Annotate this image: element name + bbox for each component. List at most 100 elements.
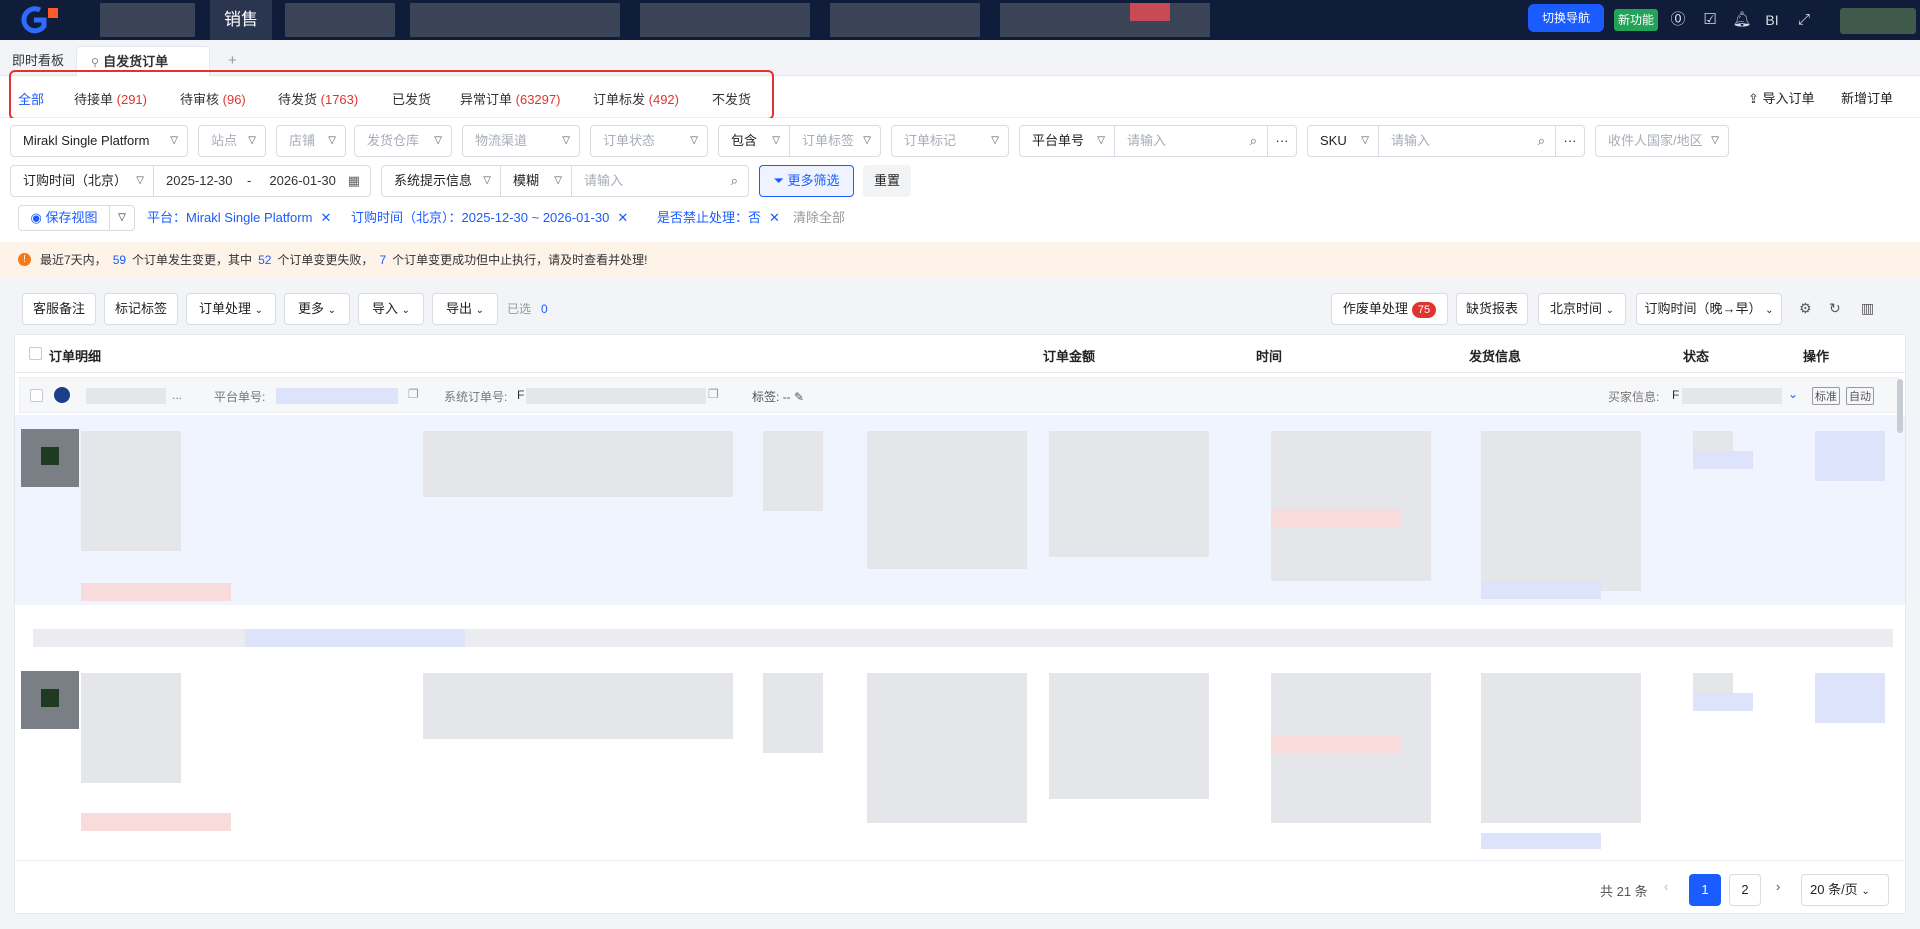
more-dropdown[interactable]: 更多 ⌄ — [284, 293, 350, 325]
close-icon[interactable]: ✕ — [617, 210, 628, 225]
search-icon[interactable]: ⌕ — [1538, 126, 1545, 156]
site-select[interactable]: 站点 ▽ — [198, 125, 266, 157]
timezone-select[interactable]: 北京时间 ⌄ — [1538, 293, 1626, 325]
buyer-label: 买家信息: — [1608, 390, 1660, 404]
chevron-down-icon: ⌄ — [254, 305, 264, 316]
platform-no-input[interactable]: 请输入 ⌕ — [1114, 125, 1268, 157]
close-icon[interactable]: ✕ — [320, 210, 331, 225]
shop-select[interactable]: 店铺 ▽ — [276, 125, 346, 157]
nav-sales[interactable]: 销售 — [210, 0, 272, 40]
search-icon[interactable]: ⌕ — [731, 166, 738, 196]
filter-chip-platform[interactable]: 平台：Mirakl Single Platform ✕ — [147, 207, 331, 226]
blurred-amount-detail — [1049, 673, 1209, 799]
status-tab-pending-ship[interactable]: 待发货 (1763) — [278, 89, 358, 108]
sys-hint-select[interactable]: 系统提示信息 ▽ — [381, 165, 501, 197]
country-select[interactable]: 收件人国家/地区 ▽ — [1595, 125, 1729, 157]
chevron-down-icon: ▽ — [1097, 135, 1105, 146]
col-status: 状态 — [1683, 349, 1710, 364]
platform-select[interactable]: Mirakl Single Platform ▽ — [10, 125, 188, 157]
blurred-time — [1271, 431, 1431, 581]
chevron-down-icon[interactable]: ⌄ — [1788, 387, 1798, 401]
select-all-checkbox[interactable] — [29, 347, 42, 360]
more-filter-button[interactable]: ⏷ 更多筛选 — [759, 165, 854, 197]
save-view-button[interactable]: ◉ 保存视图 — [18, 205, 110, 231]
status-tab-pending-accept[interactable]: 待接单 (291) — [74, 89, 147, 108]
filter-chip-forbid[interactable]: 是否禁止处理：否 ✕ — [657, 207, 780, 226]
switch-nav-button[interactable]: 切换导航 — [1528, 4, 1604, 32]
app-logo[interactable] — [18, 6, 64, 34]
new-feature-badge[interactable]: 新功能 — [1614, 9, 1658, 31]
import-order-button[interactable]: ⇪ 导入订单 — [1748, 88, 1815, 107]
refresh-icon[interactable]: ↻ — [1829, 300, 1841, 317]
blurred-platform-no[interactable] — [276, 388, 398, 404]
date-range-picker[interactable]: 2025-12-30 - 2026-01-30 ▦ — [153, 165, 371, 197]
clear-all-link[interactable]: 清除全部 — [793, 207, 845, 226]
status-tab-tag-ship[interactable]: 订单标发 (492) — [593, 89, 679, 108]
blurred-nav-item — [285, 3, 395, 37]
mark-tag-button[interactable]: 标记标签 — [104, 293, 178, 325]
void-process-button[interactable]: 作废单处理 75 — [1331, 293, 1448, 325]
top-nav-bar: 销售 切换导航 新功能 ⓪ ☑ 🔔︎ BI ⤢ — [0, 0, 1920, 40]
edit-icon[interactable]: ✎ — [794, 390, 804, 404]
import-dropdown[interactable]: 导入 ⌄ — [358, 293, 424, 325]
platform-no-more-button[interactable]: ··· — [1267, 125, 1297, 157]
cs-note-button[interactable]: 客服备注 — [22, 293, 96, 325]
order-tag-select[interactable]: 订单标签 ▽ — [789, 125, 881, 157]
page-size-select[interactable]: 20 条/页 ⌄ — [1801, 874, 1889, 906]
status-tab-pending-review[interactable]: 待审核 (96) — [180, 89, 246, 108]
order-status-select[interactable]: 订单状态 ▽ — [590, 125, 708, 157]
status-tab-abnormal[interactable]: 异常订单 (63297) — [460, 89, 560, 108]
search-icon[interactable]: ⌕ — [1250, 126, 1257, 156]
warehouse-select[interactable]: 发货仓库 ▽ — [354, 125, 452, 157]
time-type-select[interactable]: 订购时间（北京） ▽ — [10, 165, 154, 197]
platform-no-label: 平台单号: — [214, 390, 266, 404]
next-page-icon[interactable]: › — [1776, 879, 1780, 894]
sku-type-select[interactable]: SKU ▽ — [1307, 125, 1379, 157]
save-view-dropdown[interactable]: ▽ — [109, 205, 135, 231]
chevron-down-icon: ▽ — [248, 135, 256, 146]
sku-more-button[interactable]: ··· — [1555, 125, 1585, 157]
blurred-qty — [763, 431, 823, 511]
page-1-button[interactable]: 1 — [1689, 874, 1721, 906]
order-checkbox[interactable] — [30, 389, 43, 402]
close-icon[interactable]: ✕ — [769, 210, 780, 225]
bell-icon[interactable]: 🔔︎ — [1732, 10, 1752, 30]
copy-icon[interactable]: ❐ — [408, 387, 419, 401]
task-icon[interactable]: ☑ — [1700, 10, 1720, 30]
reset-button[interactable]: 重置 — [863, 165, 911, 197]
calendar-icon[interactable]: ▦ — [348, 166, 360, 196]
new-order-button[interactable]: 新增订单 — [1841, 88, 1893, 107]
blurred-nav-item — [830, 3, 980, 37]
chevron-down-icon: ▽ — [434, 135, 442, 146]
bi-icon[interactable]: BI — [1762, 10, 1782, 30]
blurred-shipping-link — [1481, 581, 1601, 599]
shortage-report-button[interactable]: 缺货报表 — [1456, 293, 1528, 325]
layout-icon[interactable]: ▥ — [1861, 300, 1874, 317]
sys-hint-input[interactable]: 请输入 ⌕ — [571, 165, 749, 197]
platform-no-type-select[interactable]: 平台单号 ▽ — [1019, 125, 1115, 157]
filter-chip-order-time[interactable]: 订购时间（北京）：2025-12-30 ~ 2026-01-30 ✕ — [351, 207, 628, 226]
user-avatar[interactable] — [1840, 8, 1916, 34]
page-2-button[interactable]: 2 — [1729, 874, 1761, 906]
contain-select[interactable]: 包含 ▽ — [718, 125, 790, 157]
table-scrollbar[interactable] — [1897, 379, 1903, 433]
status-tab-shipped[interactable]: 已发货 — [392, 89, 431, 108]
fullscreen-icon[interactable]: ⤢ — [1794, 10, 1814, 30]
sku-input[interactable]: 请输入 ⌕ — [1378, 125, 1556, 157]
copy-icon[interactable]: ❐ — [708, 387, 719, 401]
order-mark-select[interactable]: 订单标记 ▽ — [891, 125, 1009, 157]
settings-icon[interactable]: ⚙ — [1799, 300, 1812, 317]
status-tab-all[interactable]: 全部 — [18, 89, 44, 108]
export-dropdown[interactable]: 导出 ⌄ — [432, 293, 498, 325]
status-tab-no-ship[interactable]: 不发货 — [712, 89, 751, 108]
chevron-down-icon: ▽ — [328, 135, 336, 146]
logistics-select[interactable]: 物流渠道 ▽ — [462, 125, 580, 157]
blurred-buyer-info — [1682, 388, 1782, 404]
chevron-down-icon: ▽ — [483, 175, 491, 186]
fuzzy-select[interactable]: 模糊 ▽ — [500, 165, 572, 197]
order-process-dropdown[interactable]: 订单处理 ⌄ — [186, 293, 276, 325]
sort-select[interactable]: 订购时间（晚→早） ⌄ — [1636, 293, 1782, 325]
blurred-product-image-detail — [41, 689, 59, 707]
help-icon[interactable]: ⓪ — [1668, 10, 1688, 30]
prev-page-icon[interactable]: ‹ — [1664, 879, 1668, 894]
